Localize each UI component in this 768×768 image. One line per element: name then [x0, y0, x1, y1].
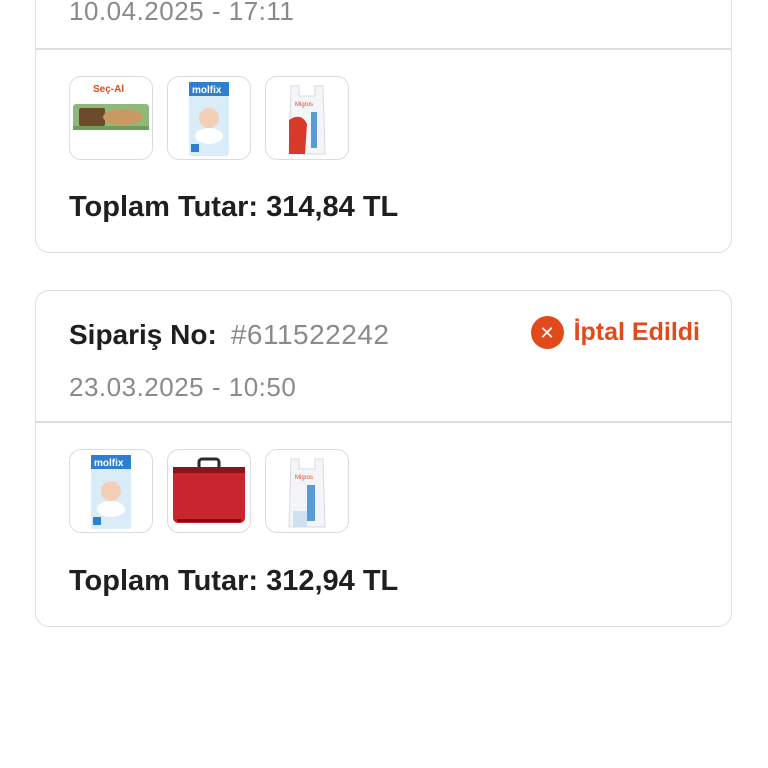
plastic-bag-image: Migros: [288, 458, 326, 528]
product-thumbnails: molfix Migros: [69, 449, 349, 533]
status-text: İptal Edildi: [573, 318, 700, 346]
brand-logo-text: Seç-Al: [93, 84, 124, 95]
order-date: 10.04.2025 - 17:11: [69, 0, 295, 26]
product-thumbnail[interactable]: Seç-Al: [69, 76, 153, 160]
plastic-bag-image: Migros: [288, 85, 326, 155]
red-bag-image: [173, 457, 245, 523]
cancel-icon: ✕: [530, 316, 564, 349]
order-date: 23.03.2025 - 10:50: [69, 372, 297, 402]
brand-logo-text: Migros: [295, 102, 313, 108]
order-header: Sipariş No: #611522242: [69, 319, 389, 351]
diaper-pack-image: molfix: [189, 82, 229, 156]
product-thumbnail[interactable]: [167, 449, 251, 533]
diaper-pack-image: molfix: [91, 455, 131, 529]
order-card[interactable]: Sipariş No: #611522242 ✕ İptal Edildi 23…: [35, 290, 732, 627]
orders-page: 10.04.2025 - 17:11 Seç-Al molfix Migros …: [0, 0, 768, 768]
order-number[interactable]: #611522242: [231, 319, 390, 351]
order-total: Toplam Tutar: 312,94 TL: [69, 565, 399, 597]
card-divider: [36, 421, 731, 423]
brand-logo-text: molfix: [192, 85, 222, 96]
order-card[interactable]: 10.04.2025 - 17:11 Seç-Al molfix Migros …: [35, 0, 732, 253]
brand-logo-text: Migros: [295, 475, 313, 481]
order-total: Toplam Tutar: 314,84 TL: [69, 191, 399, 223]
status-badge: ✕ İptal Edildi: [530, 316, 700, 349]
product-thumbnail[interactable]: molfix: [167, 76, 251, 160]
product-thumbnail[interactable]: Migros: [265, 449, 349, 533]
card-divider: [36, 48, 731, 50]
product-thumbnail[interactable]: molfix: [69, 449, 153, 533]
chocolate-bar-image: Seç-Al: [73, 84, 149, 130]
product-thumbnails: Seç-Al molfix Migros: [69, 76, 349, 160]
order-number-label: Sipariş No:: [69, 319, 217, 350]
brand-logo-text: molfix: [94, 458, 124, 469]
product-thumbnail[interactable]: Migros: [265, 76, 349, 160]
